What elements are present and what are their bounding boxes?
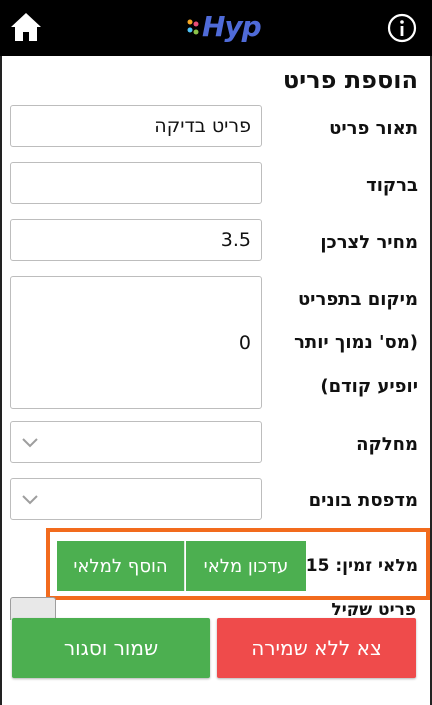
logo-text: Hyp	[202, 10, 262, 43]
inventory-available: מלאי זמין: 15	[306, 556, 418, 576]
price-input[interactable]	[10, 219, 262, 261]
home-icon[interactable]	[8, 10, 44, 44]
bonus-printer-select[interactable]	[10, 478, 262, 520]
menu-position-label-line3: יופיע קודם)	[320, 376, 418, 397]
bonus-printer-label: מדפסת בונים	[308, 490, 418, 511]
hyp-logo: Hyp	[186, 8, 276, 48]
description-input[interactable]	[10, 105, 262, 147]
description-label: תאור פריט	[329, 118, 418, 139]
logo-dots-icon	[187, 19, 199, 35]
price-label: מחיר לצרכן	[320, 232, 418, 253]
chevron-down-icon	[22, 438, 38, 448]
page-title: הוספת פריט	[282, 66, 418, 94]
exit-without-saving-button[interactable]: צא ללא שמירה	[217, 618, 416, 678]
menu-position-label-line1: מיקום בתפריט	[297, 289, 418, 310]
update-inventory-button[interactable]: עדכון מלאי	[186, 541, 306, 591]
category-label: מחלקה	[356, 434, 418, 455]
top-bar: Hyp	[0, 0, 432, 56]
weighable-checkbox[interactable]	[10, 597, 56, 620]
weighable-label: פריט שקיל	[331, 600, 416, 616]
info-icon[interactable]	[386, 12, 418, 44]
barcode-input[interactable]	[10, 162, 262, 204]
chevron-down-icon	[22, 495, 38, 505]
inventory-value: 15	[305, 556, 330, 576]
add-to-inventory-button[interactable]: הוסף למלאי	[57, 541, 185, 591]
save-and-close-button[interactable]: שמור וסגור	[12, 618, 210, 678]
category-select[interactable]	[10, 421, 262, 463]
barcode-label: ברקוד	[366, 175, 418, 196]
menu-position-label-line2: (מס' נמוך יותר	[294, 332, 418, 353]
inventory-label: מלאי זמין:	[335, 556, 418, 576]
menu-position-input[interactable]	[10, 276, 262, 409]
